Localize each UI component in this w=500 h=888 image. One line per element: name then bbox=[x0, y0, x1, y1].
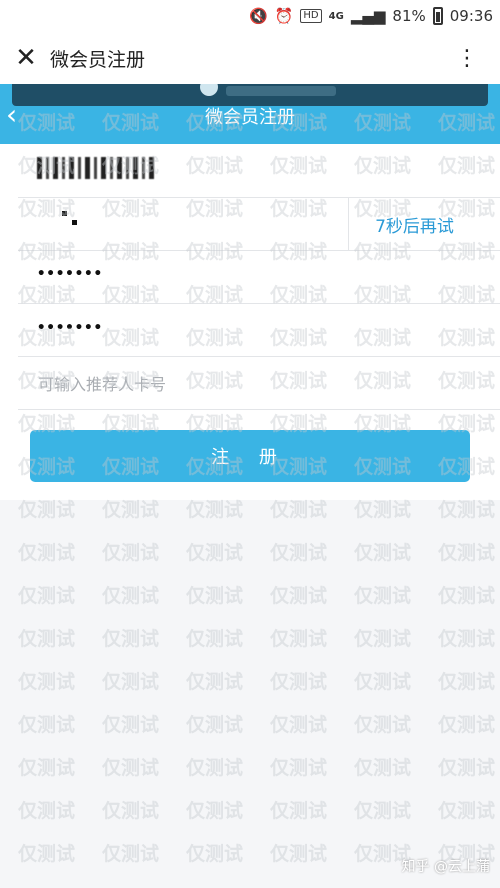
watermark-text: 仅测试 bbox=[186, 843, 244, 865]
watermark-text: 仅测试 bbox=[102, 714, 160, 736]
watermark-text: 仅测试 bbox=[354, 757, 412, 779]
watermark-text: 仅测试 bbox=[18, 714, 76, 736]
watermark-text: 仅测试 bbox=[18, 843, 76, 865]
watermark-text: 仅测试 bbox=[18, 542, 76, 564]
code-value-redacted bbox=[62, 211, 67, 216]
app-title-bar: ✕ 微会员注册 ⋮ bbox=[0, 32, 500, 84]
mute-icon: 🔇 bbox=[249, 7, 268, 25]
watermark-text: 仅测试 bbox=[18, 585, 76, 607]
watermark-text: 仅测试 bbox=[102, 542, 160, 564]
confirm-password-value: ••••••• bbox=[37, 320, 104, 336]
watermark-text: 仅测试 bbox=[186, 628, 244, 650]
watermark-text: 仅测试 bbox=[102, 843, 160, 865]
banner-blurred-text bbox=[226, 86, 336, 96]
resend-code-button[interactable]: 7秒后再试 bbox=[349, 198, 480, 250]
watermark-text: 仅测试 bbox=[186, 714, 244, 736]
watermark-text: 仅测试 bbox=[354, 628, 412, 650]
watermark-text: 仅测试 bbox=[270, 757, 328, 779]
alarm-icon: ⏰ bbox=[274, 7, 294, 25]
battery-percent: 81% bbox=[392, 7, 426, 25]
watermark-text: 仅测试 bbox=[438, 671, 496, 693]
watermark-text: 仅测试 bbox=[438, 628, 496, 650]
web-page-title: 微会员注册 bbox=[205, 107, 295, 128]
signal-icon: ▂▄▆ bbox=[350, 7, 386, 25]
watermark-text: 仅测试 bbox=[354, 585, 412, 607]
watermark-text: 仅测试 bbox=[438, 542, 496, 564]
battery-icon bbox=[432, 7, 443, 25]
close-icon[interactable]: ✕ bbox=[6, 38, 46, 78]
network-type: 4G bbox=[328, 10, 344, 22]
watermark-text: 仅测试 bbox=[270, 843, 328, 865]
watermark-text: 仅测试 bbox=[18, 800, 76, 822]
watermark-text: 仅测试 bbox=[270, 714, 328, 736]
watermark-text: 仅测试 bbox=[102, 800, 160, 822]
watermark-text: 仅测试 bbox=[270, 628, 328, 650]
watermark-text: 仅测试 bbox=[438, 585, 496, 607]
status-bar: 🔇 ⏰ HD 4G ▂▄▆ 81% 09:36 bbox=[0, 0, 500, 32]
watermark-text: 仅测试 bbox=[18, 628, 76, 650]
banner-icon bbox=[200, 84, 218, 96]
watermark-text: 仅测试 bbox=[270, 800, 328, 822]
watermark-text: 仅测试 bbox=[186, 542, 244, 564]
watermark-text: 仅测试 bbox=[354, 714, 412, 736]
watermark-text: 仅测试 bbox=[354, 542, 412, 564]
watermark-text: 仅测试 bbox=[186, 757, 244, 779]
watermark-text: 仅测试 bbox=[186, 585, 244, 607]
watermark-text: 仅测试 bbox=[270, 671, 328, 693]
watermark-text: 仅测试 bbox=[186, 800, 244, 822]
watermark-text: 仅测试 bbox=[438, 757, 496, 779]
watermark-text: 仅测试 bbox=[102, 585, 160, 607]
watermark-text: 仅测试 bbox=[438, 800, 496, 822]
hd-badge: HD bbox=[300, 9, 322, 23]
clock: 09:36 bbox=[449, 7, 493, 25]
code-value-redacted bbox=[72, 220, 77, 225]
watermark-text: 仅测试 bbox=[102, 628, 160, 650]
referral-card-input[interactable] bbox=[36, 368, 480, 400]
watermark-text: 仅测试 bbox=[354, 800, 412, 822]
source-credit: 知乎 @云上蒲 bbox=[401, 859, 490, 875]
watermark-text: 仅测试 bbox=[186, 671, 244, 693]
phone-value-redacted bbox=[37, 157, 157, 179]
page-title: 微会员注册 bbox=[50, 48, 146, 71]
watermark-text: 仅测试 bbox=[102, 671, 160, 693]
watermark-text: 仅测试 bbox=[438, 714, 496, 736]
watermark-text: 仅测试 bbox=[18, 757, 76, 779]
watermark-text: 仅测试 bbox=[270, 585, 328, 607]
watermark-text: 仅测试 bbox=[102, 757, 160, 779]
password-value: ••••••• bbox=[37, 266, 104, 282]
watermark-text: 仅测试 bbox=[18, 671, 76, 693]
more-menu-icon[interactable]: ⋮ bbox=[456, 46, 480, 71]
watermark-text: 仅测试 bbox=[354, 671, 412, 693]
watermark-text: 仅测试 bbox=[270, 542, 328, 564]
register-button[interactable]: 注 册 bbox=[30, 430, 470, 482]
